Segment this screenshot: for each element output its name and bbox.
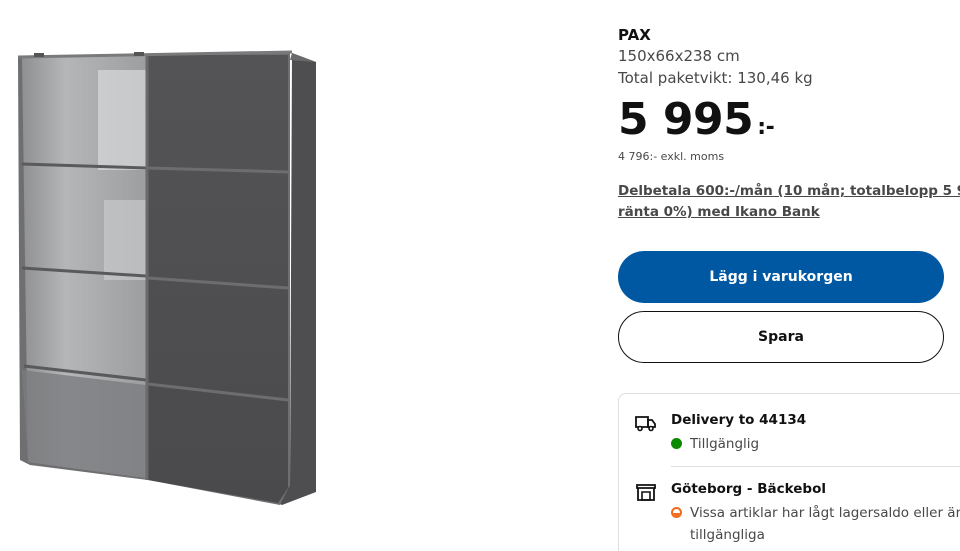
price-ex-vat: 4 796:- exkl. moms [618, 150, 725, 163]
product-price: 5 995:- [618, 94, 775, 154]
save-button[interactable]: Spara [618, 311, 944, 363]
truck-icon [635, 416, 656, 432]
financing-line-2[interactable]: ränta 0%) med Ikano Bank [618, 202, 960, 223]
product-weight: Total paketvikt: 130,46 kg [618, 69, 813, 87]
product-image [17, 50, 316, 505]
status-low-stock-icon [671, 507, 682, 518]
add-to-cart-button[interactable]: Lägg i varukorgen [618, 251, 944, 303]
delivery-title: Delivery to 44134 [671, 412, 807, 428]
divider [671, 466, 960, 467]
store-status-line-2: tillgängliga [690, 527, 765, 543]
product-name: PAX [618, 26, 651, 44]
status-available-icon [671, 438, 682, 449]
product-dimensions: 150x66x238 cm [618, 47, 740, 65]
price-main: 5 995 [618, 94, 754, 145]
financing-line-1[interactable]: Delbetala 600:-/mån (10 mån; totalbelopp… [618, 181, 960, 202]
delivery-status-text: Tillgänglig [690, 436, 760, 452]
availability-box: Delivery to 44134 Tillgänglig Göteborg -… [618, 393, 960, 551]
price-suffix: :- [757, 115, 775, 140]
store-icon [636, 484, 656, 501]
product-info: PAX 150x66x238 cm Total paketvikt: 130,4… [618, 0, 960, 551]
financing-link[interactable]: Delbetala 600:-/mån (10 mån; totalbelopp… [618, 181, 960, 223]
store-status-line-1: Vissa artiklar har lågt lagersaldo eller… [690, 505, 960, 521]
delivery-status: Tillgänglig [671, 433, 960, 455]
store-status: Vissa artiklar har lågt lagersaldo eller… [671, 502, 960, 546]
store-title: Göteborg - Bäckebol [671, 481, 826, 497]
